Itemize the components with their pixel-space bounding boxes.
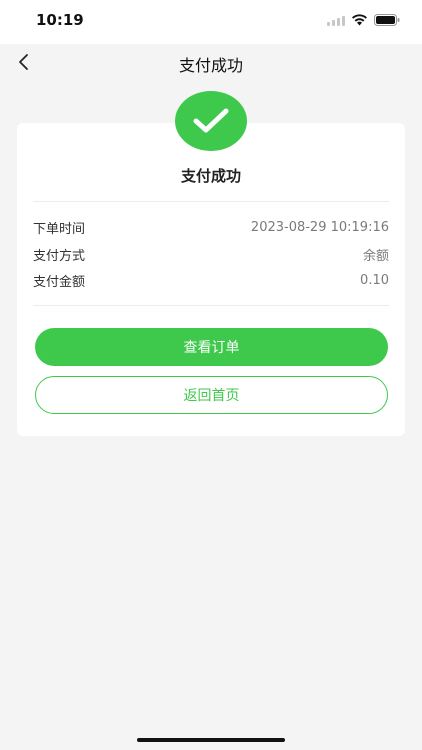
detail-value: 余额 — [362, 248, 389, 264]
detail-row-payment-amount: 支付金额 0.10 — [33, 270, 389, 290]
status-time: 10:19 — [36, 11, 84, 29]
view-order-button[interactable]: 查看订单 — [35, 328, 388, 366]
payment-result-card: 支付成功 下单时间 2023-08-29 10:19:16 支付方式 余额 支付… — [17, 123, 405, 436]
check-icon — [193, 108, 229, 133]
divider — [33, 305, 389, 306]
detail-label: 支付方式 — [33, 248, 86, 264]
divider — [33, 201, 389, 202]
detail-label: 支付金额 — [33, 274, 86, 290]
page-title: 支付成功 — [178, 56, 243, 75]
detail-value: 2023-08-29 10:19:16 — [250, 219, 389, 235]
detail-row-payment-method: 支付方式 余额 — [33, 244, 389, 264]
battery-icon — [374, 14, 400, 26]
status-icons — [327, 14, 400, 26]
home-indicator — [137, 738, 285, 742]
detail-label: 下单时间 — [33, 221, 86, 237]
wifi-icon — [351, 14, 368, 26]
back-home-button[interactable]: 返回首页 — [35, 376, 388, 414]
status-bar: 10:19 — [0, 0, 422, 44]
nav-bar: 支付成功 — [0, 44, 422, 82]
detail-row-order-time: 下单时间 2023-08-29 10:19:16 — [33, 217, 389, 237]
result-title: 支付成功 — [180, 167, 241, 185]
cellular-signal-icon — [327, 15, 345, 26]
success-badge — [175, 91, 247, 151]
detail-value: 0.10 — [360, 272, 389, 288]
